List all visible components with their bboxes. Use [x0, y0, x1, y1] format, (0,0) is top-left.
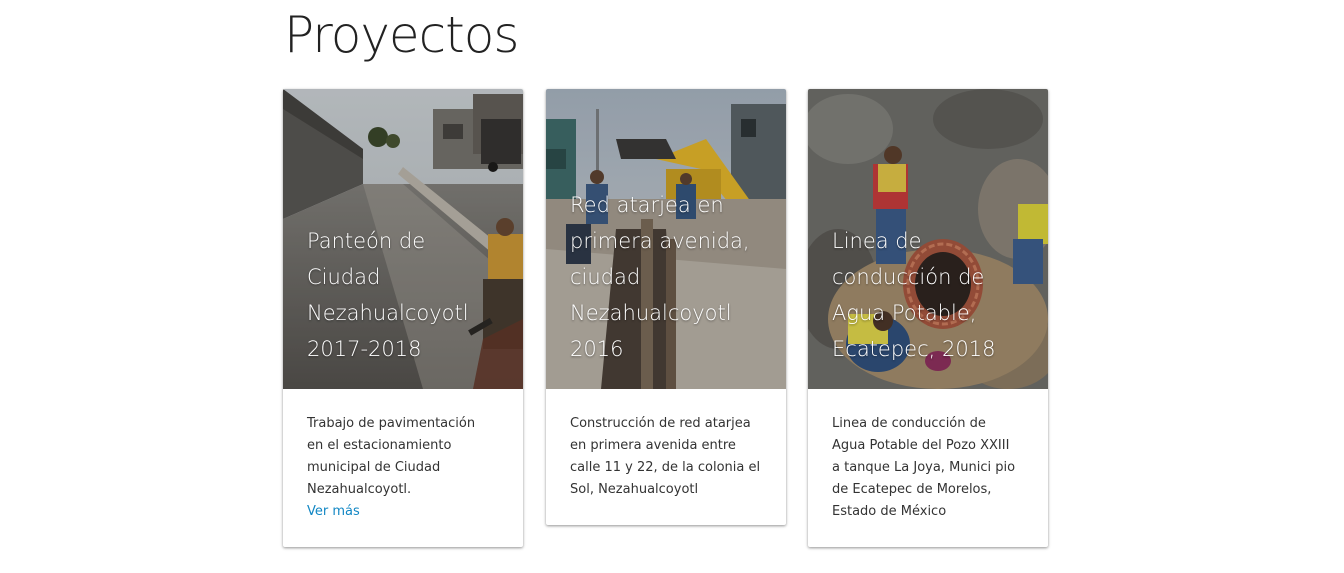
- card-title-line: ciudad: [570, 265, 641, 289]
- card-description: Trabajo de pavimentación en el estaciona…: [307, 413, 499, 501]
- card-title-line: Linea de: [832, 229, 922, 253]
- card-title-line: conducción de: [832, 265, 985, 289]
- card-content: Trabajo de pavimentación en el estaciona…: [283, 389, 523, 547]
- page: Proyectos Panteón de Ciudad Nezahualcoyo…: [0, 0, 1344, 573]
- card-description-line: Nezahualcoyotl.: [307, 482, 412, 497]
- card-description-line: de Ecatepec de Morelos,: [832, 482, 992, 497]
- project-card-linea-conduccion: Linea de conducción de Agua Potable, Eca…: [808, 89, 1048, 547]
- card-description-line: en primera avenida entre: [570, 438, 736, 453]
- card-image: Red atarjea en primera avenida, ciudad N…: [546, 89, 786, 389]
- card-description-line: Estado de México: [832, 504, 947, 519]
- card-title-line: primera avenida,: [570, 229, 750, 253]
- card-content: Linea de conducción de Agua Potable del …: [808, 389, 1048, 547]
- card-image: Panteón de Ciudad Nezahualcoyotl 2017-20…: [283, 89, 523, 389]
- card-description-line: a tanque La Joya, Munici pio: [832, 460, 1016, 475]
- card-description-line: Construcción de red atarjea: [570, 416, 751, 431]
- card-description: Construcción de red atarjea en primera a…: [570, 413, 762, 501]
- card-title-line: 2016: [570, 337, 624, 361]
- project-card-pantheon: Panteón de Ciudad Nezahualcoyotl 2017-20…: [283, 89, 523, 547]
- card-description-line: Linea de conducción de: [832, 416, 986, 431]
- card-description-line: Sol, Nezahualcoyotl: [570, 482, 699, 497]
- card-description-line: Agua Potable del Pozo XXIII: [832, 438, 1010, 453]
- card-content: Construcción de red atarjea en primera a…: [546, 389, 786, 525]
- card-description-line: calle 11 y 22, de la colonia el: [570, 460, 761, 475]
- card-title-line: Red atarjea en: [570, 193, 724, 217]
- card-description: Linea de conducción de Agua Potable del …: [832, 413, 1024, 523]
- card-title-line: Agua Potable,: [832, 301, 977, 325]
- card-image: Linea de conducción de Agua Potable, Eca…: [808, 89, 1048, 389]
- card-title: Red atarjea en primera avenida, ciudad N…: [570, 187, 776, 367]
- card-title: Linea de conducción de Agua Potable, Eca…: [832, 223, 1038, 367]
- project-card-red-atarjea: Red atarjea en primera avenida, ciudad N…: [546, 89, 786, 525]
- page-title: Proyectos: [284, 6, 519, 64]
- card-description-line: Trabajo de pavimentación: [307, 416, 476, 431]
- card-description-line: municipal de Ciudad: [307, 460, 441, 475]
- card-title-line: 2017-2018: [307, 337, 422, 361]
- card-title-line: Panteón de: [307, 229, 426, 253]
- card-title-line: Nezahualcoyotl: [307, 301, 469, 325]
- card-description-line: en el estacionamiento: [307, 438, 452, 453]
- card-title: Panteón de Ciudad Nezahualcoyotl 2017-20…: [307, 223, 513, 367]
- card-title-line: Nezahualcoyotl: [570, 301, 732, 325]
- see-more-link[interactable]: Ver más: [307, 501, 499, 523]
- card-title-line: Ecatepec, 2018: [832, 337, 996, 361]
- card-title-line: Ciudad: [307, 265, 381, 289]
